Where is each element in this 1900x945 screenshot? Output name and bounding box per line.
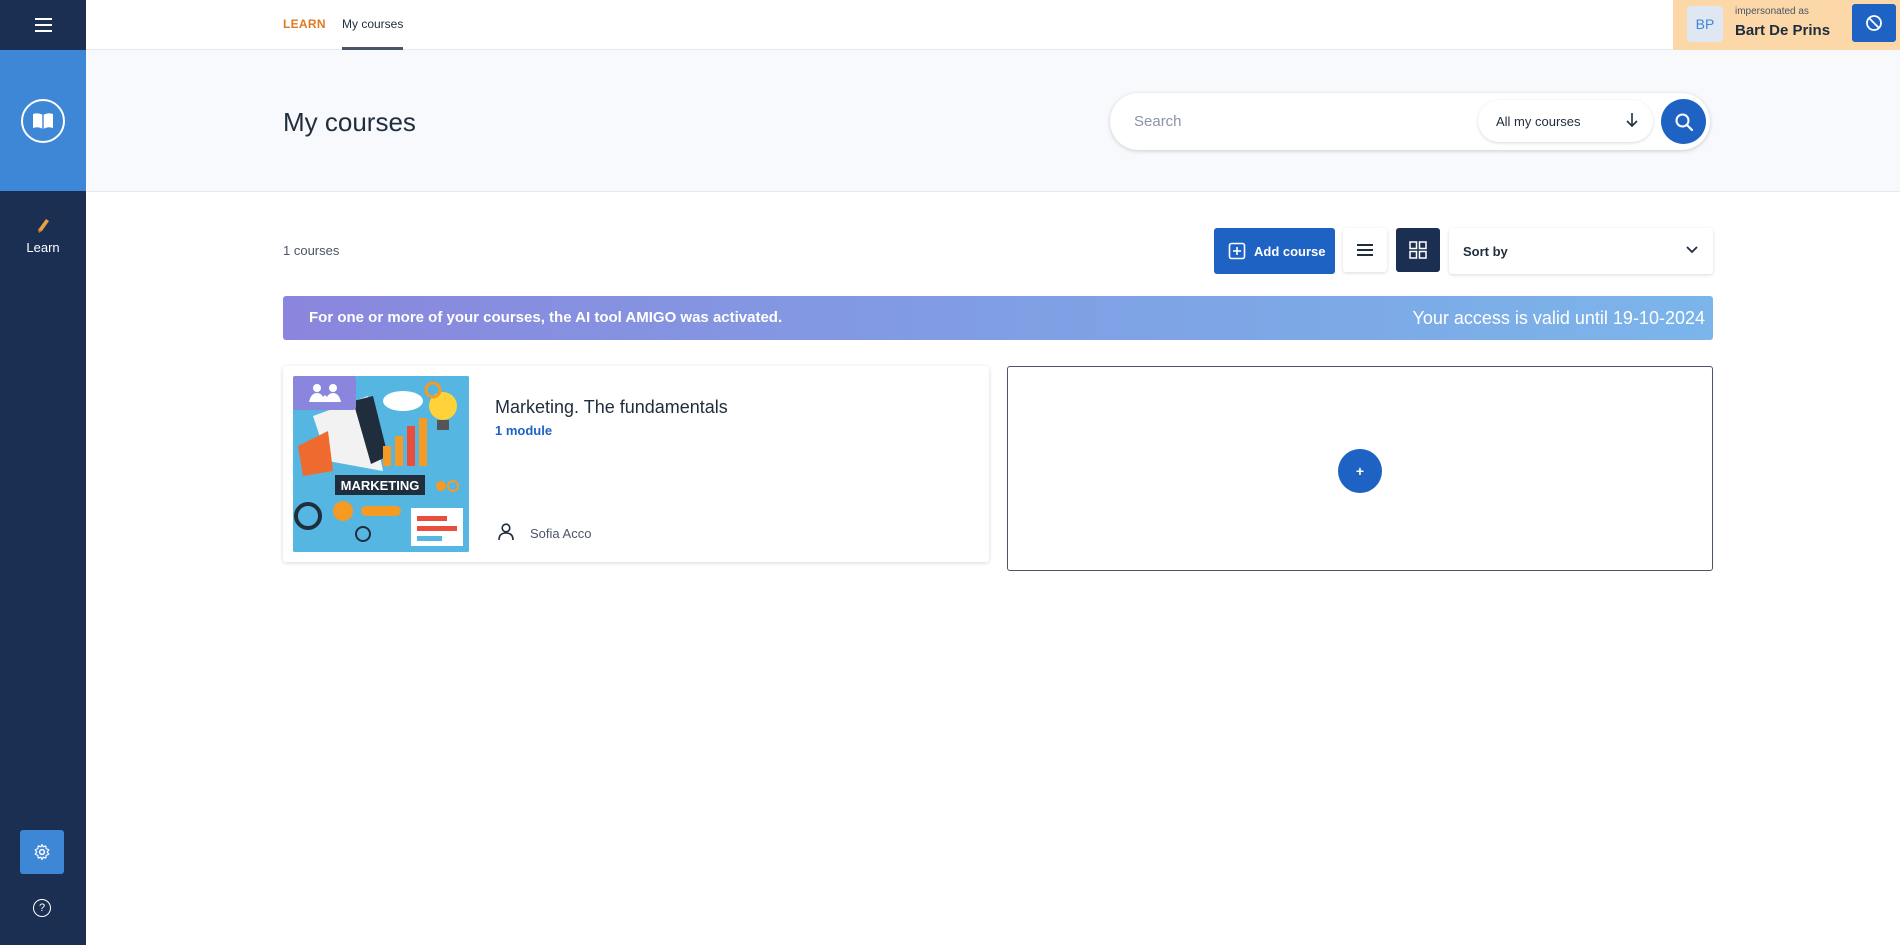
search-input[interactable] — [1134, 107, 1454, 135]
search-icon — [1675, 113, 1693, 131]
course-author: Sofia Acco — [530, 526, 592, 541]
course-title[interactable]: Marketing. The fundamentals — [495, 397, 728, 418]
logo-area — [0, 50, 86, 191]
block-icon — [1866, 15, 1882, 31]
learn-icon — [38, 219, 49, 233]
top-bar: LEARN My courses BP impersonated as Bart… — [86, 0, 1900, 50]
impersonation-panel: BP impersonated as Bart De Prins — [1673, 0, 1900, 50]
gear-icon — [34, 843, 50, 861]
sidebar: Learn ? — [0, 0, 86, 945]
tab-my-courses[interactable]: My courses — [342, 17, 404, 50]
course-module-count: 1 module — [495, 423, 553, 438]
search-button[interactable] — [1661, 99, 1706, 144]
sort-by-select[interactable]: Sort by — [1449, 228, 1713, 274]
course-filter-select[interactable]: All my courses — [1478, 100, 1653, 142]
grid-view-icon — [1409, 241, 1427, 259]
ai-activation-banner: For one or more of your courses, the AI … — [283, 296, 1713, 340]
tab-learn[interactable]: LEARN — [283, 17, 326, 31]
course-card[interactable]: MARKETING Marketing. The fundamentals 1 … — [283, 366, 989, 562]
course-count: 1 courses — [283, 243, 340, 258]
impersonated-user-name: Bart De Prins — [1735, 22, 1831, 39]
list-view-button[interactable] — [1343, 228, 1387, 272]
list-view-icon — [1357, 244, 1373, 256]
help-symbol: ? — [38, 902, 46, 914]
settings-button[interactable] — [20, 830, 64, 874]
search-bar: All my courses — [1110, 93, 1710, 150]
help-icon[interactable]: ? — [33, 899, 51, 917]
arrow-down-icon — [1626, 113, 1638, 128]
chevron-down-icon — [1686, 246, 1698, 254]
menu-icon[interactable] — [0, 0, 86, 50]
shared-course-badge — [293, 376, 356, 410]
page-header: My courses All my courses — [86, 50, 1900, 192]
group-icon — [308, 384, 341, 402]
add-course-plus-button[interactable]: + — [1338, 449, 1382, 493]
sidebar-item-label: Learn — [26, 240, 60, 255]
access-validity: Your access is valid until 19-10-2024 — [1412, 308, 1705, 328]
thumbnail-text: MARKETING — [341, 478, 420, 493]
add-course-button[interactable]: Add course — [1214, 228, 1335, 274]
impersonation-label: impersonated as — [1735, 6, 1809, 17]
sort-by-label: Sort by — [1463, 243, 1508, 259]
avatar: BP — [1687, 6, 1723, 42]
plus-square-icon — [1228, 242, 1246, 260]
grid-view-button[interactable] — [1396, 228, 1440, 272]
page-title: My courses — [283, 107, 416, 137]
stop-impersonation-button[interactable] — [1852, 4, 1896, 42]
add-course-card[interactable]: + — [1007, 366, 1713, 571]
course-thumbnail: MARKETING — [293, 376, 469, 552]
user-icon — [498, 523, 514, 541]
sidebar-item-learn[interactable]: Learn — [0, 216, 86, 255]
filter-value: All my courses — [1496, 113, 1581, 129]
banner-message: For one or more of your courses, the AI … — [309, 309, 783, 326]
add-course-label: Add course — [1254, 243, 1326, 259]
book-icon — [21, 98, 65, 143]
